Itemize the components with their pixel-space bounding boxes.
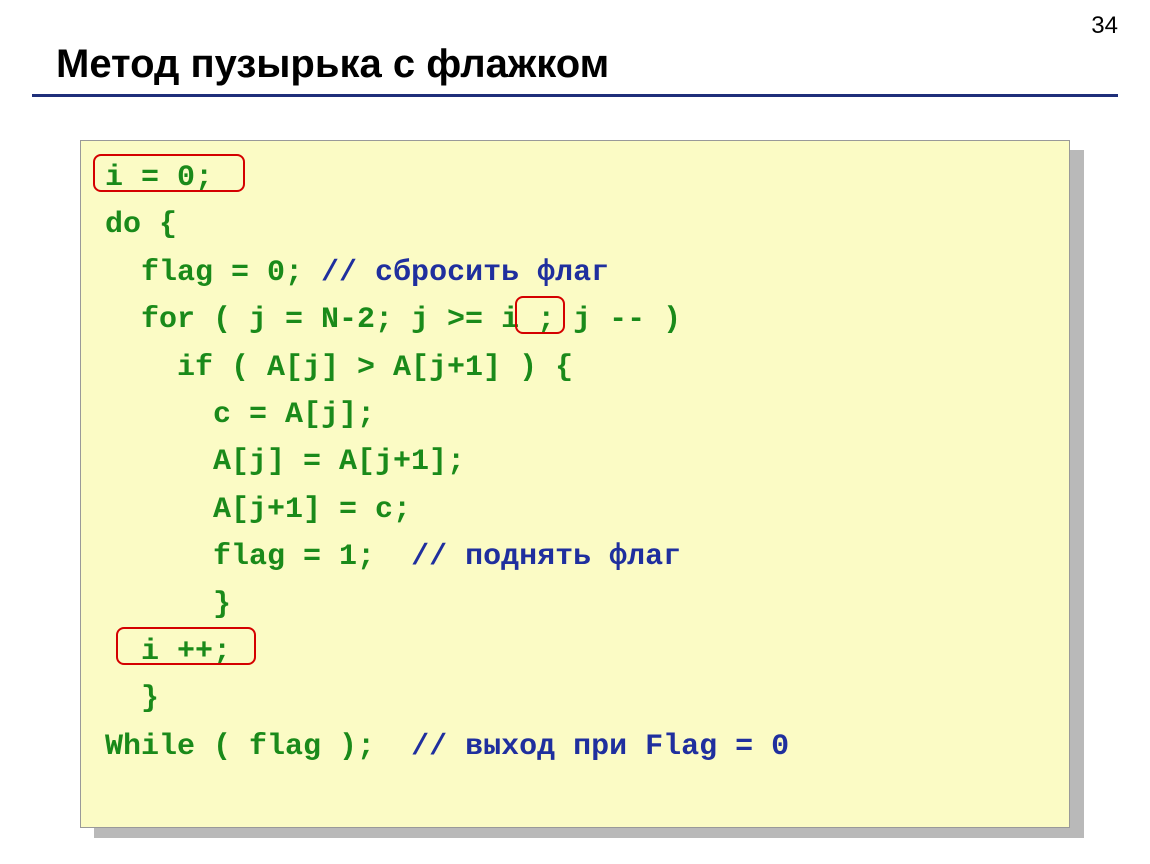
page-title: Метод пузырька с флажком (56, 42, 609, 87)
code-line-13: While ( flag ); // выход при Flag = 0 (105, 730, 789, 764)
highlight-loop-i (515, 296, 565, 334)
code-line-2: do { (105, 208, 177, 242)
code-line-5: if ( A[j] > A[j+1] ) { (105, 351, 573, 385)
title-divider (32, 94, 1118, 97)
code-block: i = 0; do { flag = 0; // сбросить флаг f… (80, 140, 1070, 828)
slide: 34 Метод пузырька с флажком i = 0; do { … (0, 0, 1150, 864)
code-line-4: for ( j = N-2; j >= i ; j -- ) (105, 303, 681, 337)
highlight-increment (116, 627, 256, 665)
highlight-init (93, 154, 245, 192)
code-line-3: flag = 0; // сбросить флаг (105, 256, 609, 290)
code-line-7: A[j] = A[j+1]; (105, 445, 465, 479)
code-content: i = 0; do { flag = 0; // сбросить флаг f… (105, 155, 1047, 771)
code-line-8: A[j+1] = с; (105, 493, 411, 527)
code-line-12: } (105, 682, 159, 716)
code-line-6: с = A[j]; (105, 398, 375, 432)
code-line-10: } (105, 588, 231, 622)
code-line-9: flag = 1; // поднять флаг (105, 540, 681, 574)
page-number: 34 (1091, 12, 1118, 40)
